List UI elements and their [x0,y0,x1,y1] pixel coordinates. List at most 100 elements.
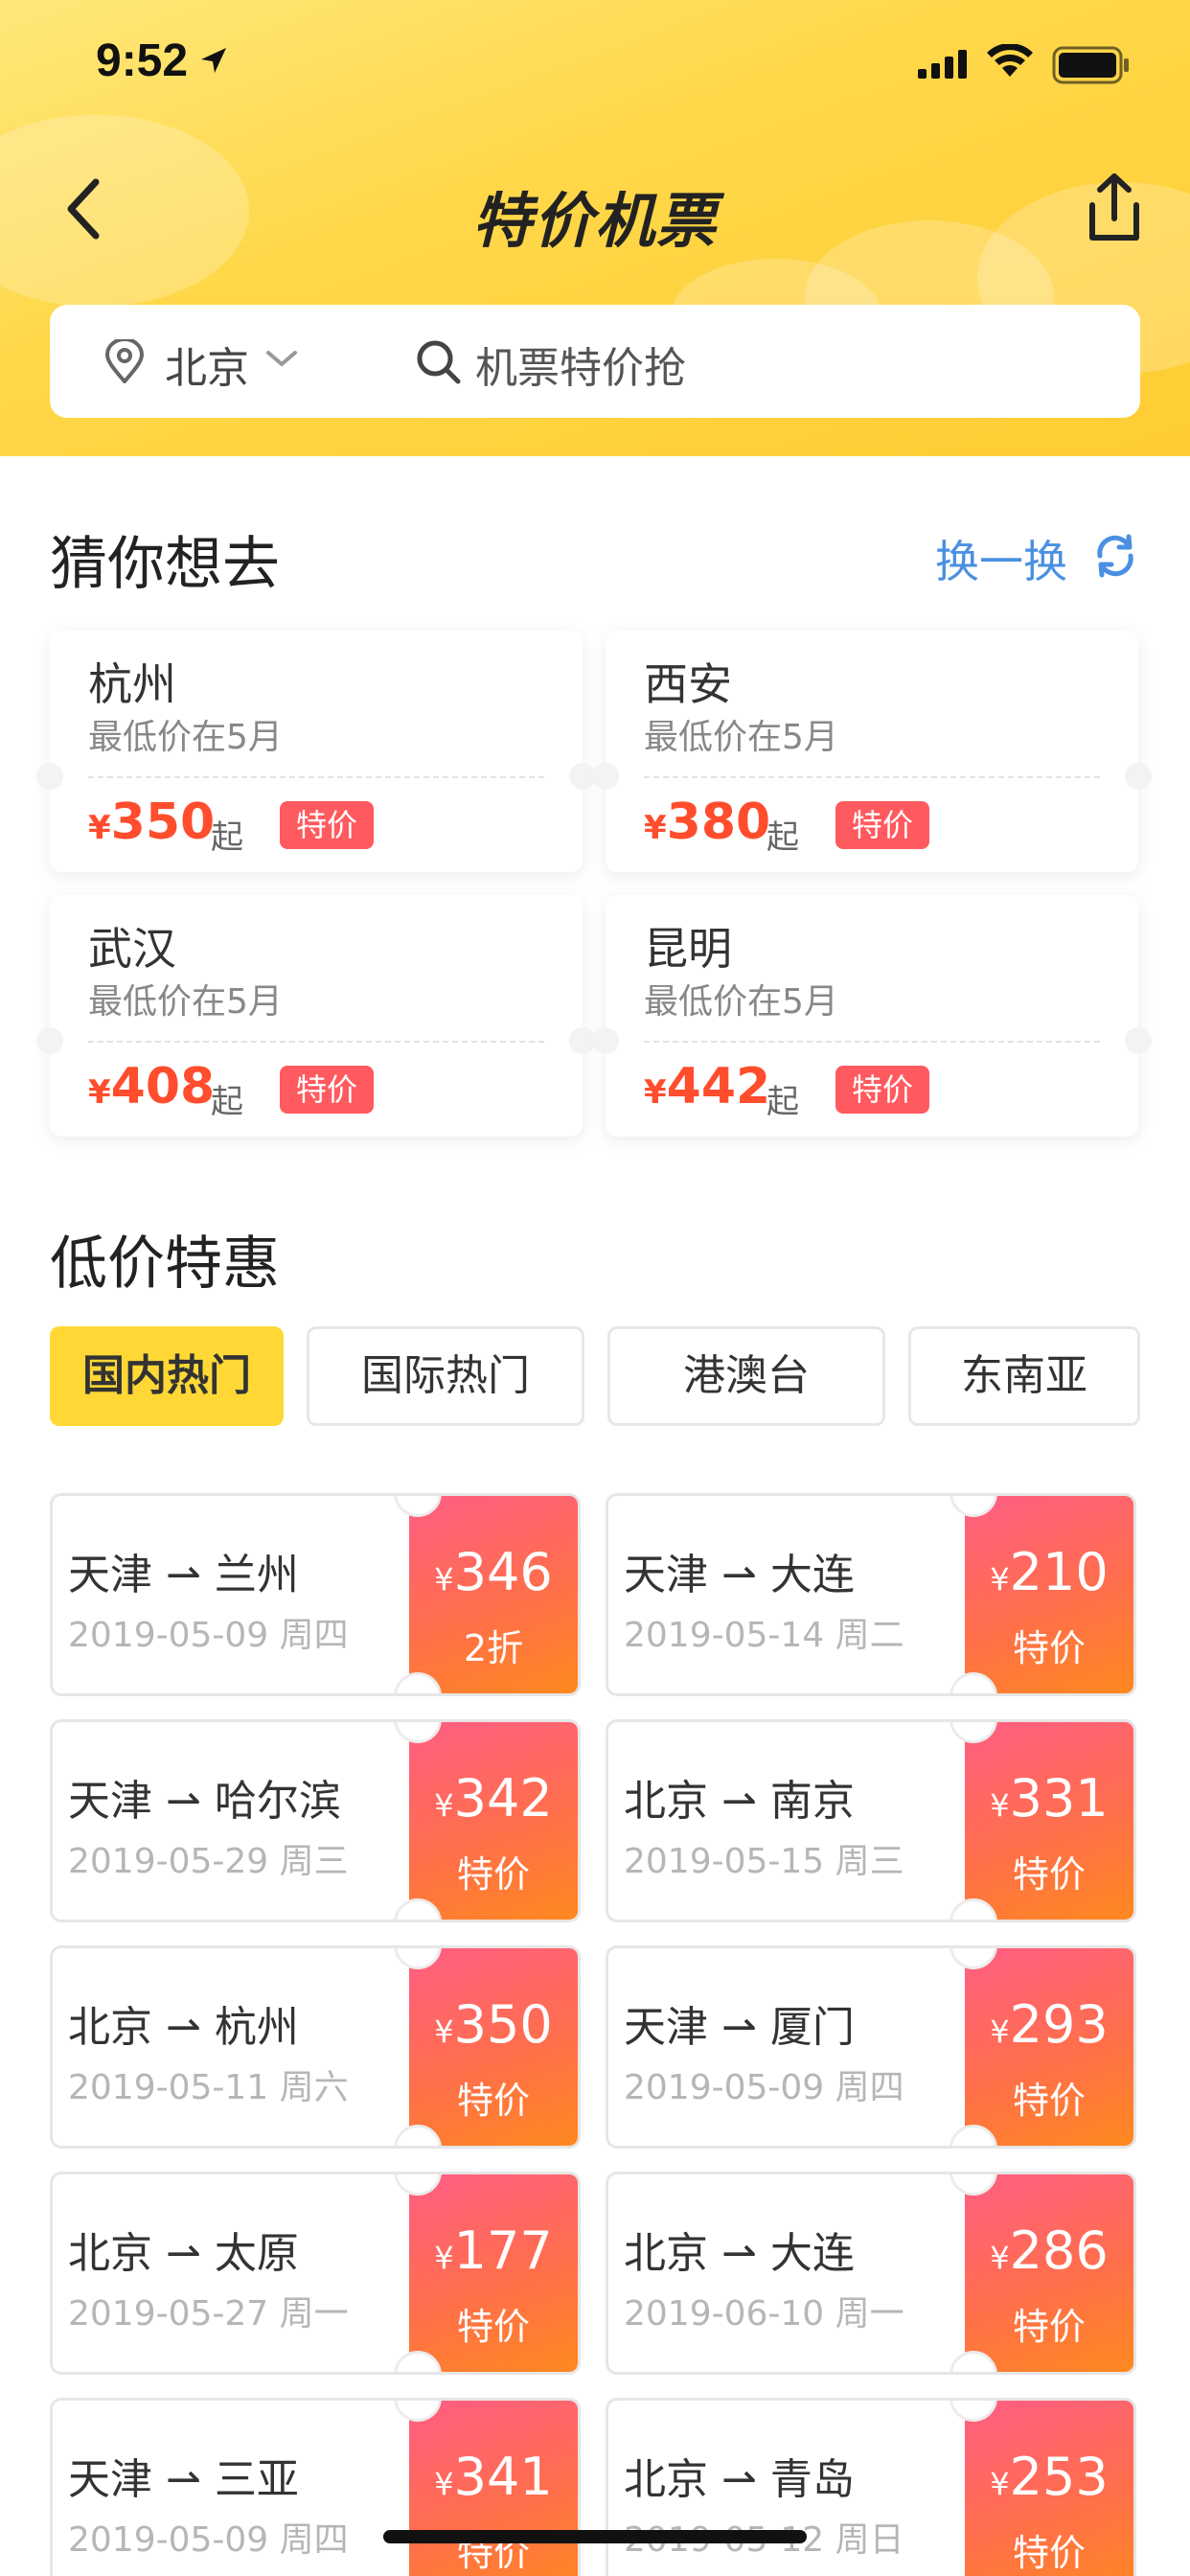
special-tag: 特价 [835,1066,929,1114]
divider [88,1041,544,1043]
deal-price-box: ¥346 2折 [409,1496,578,1693]
deal-price: ¥293 [990,1994,1109,2055]
share-icon[interactable] [1079,167,1150,247]
deal-price-box: ¥331 特价 [965,1722,1133,1920]
status-bar: 9:52 [0,0,1190,126]
deal-price-box: ¥210 特价 [965,1496,1133,1693]
location-pin-icon [104,339,145,383]
special-tag: 特价 [280,1066,374,1114]
guess-city: 昆明 [644,923,732,975]
deal-tag: 特价 [1012,1627,1086,1669]
tab-domestic[interactable]: 国内热门 [50,1326,284,1426]
deal-card[interactable]: 天津 ⇀ 兰州 2019-05-09 周四 ¥346 2折 [50,1493,581,1696]
deal-date: 2019-05-29 周三 [68,1842,349,1881]
deal-price: ¥341 [434,2447,553,2507]
search-icon [417,340,461,384]
deal-route: 北京 ⇀ 南京 [624,1777,855,1826]
guess-city: 西安 [644,658,732,710]
deal-route: 天津 ⇀ 兰州 [68,1551,299,1599]
guess-card[interactable]: 昆明 最低价在5月 ¥442 起 特价 [592,895,1152,1137]
deal-price-box: ¥350 特价 [409,1948,578,2146]
deal-card[interactable]: 天津 ⇀ 大连 2019-05-14 周二 ¥210 特价 [606,1493,1136,1696]
deal-price-box: ¥286 特价 [965,2174,1133,2372]
guess-subtitle: 最低价在5月 [644,982,838,1022]
deal-price: ¥253 [990,2447,1109,2507]
tab-international[interactable]: 国际热门 [307,1326,584,1426]
guess-card[interactable]: 武汉 最低价在5月 ¥408 起 特价 [36,895,596,1137]
refresh-button[interactable]: 换一换 [935,527,1067,590]
search-bar[interactable]: 北京 机票特价抢 [50,305,1140,418]
guess-qi: 起 [211,1083,243,1121]
divider [88,776,544,778]
deal-route: 北京 ⇀ 青岛 [624,2455,855,2504]
deal-card[interactable]: 北京 ⇀ 太原 2019-05-27 周一 ¥177 特价 [50,2172,581,2375]
deal-card[interactable]: 北京 ⇀ 青岛 2019-05-12 周日 ¥253 特价 [606,2398,1136,2576]
deal-route: 天津 ⇀ 厦门 [624,2003,855,2052]
deal-date: 2019-05-09 周四 [624,2068,904,2107]
deal-card[interactable]: 北京 ⇀ 大连 2019-06-10 周一 ¥286 特价 [606,2172,1136,2375]
deal-price-box: ¥342 特价 [409,1722,578,1920]
special-tag: 特价 [835,801,929,849]
deals-section-title: 低价特惠 [50,1230,280,1298]
guess-subtitle: 最低价在5月 [88,718,283,757]
home-indicator[interactable] [383,2530,807,2543]
deal-date: 2019-05-09 周四 [68,2520,349,2560]
deal-tag: 特价 [1012,2080,1086,2122]
guess-subtitle: 最低价在5月 [88,982,283,1022]
deal-route: 北京 ⇀ 杭州 [68,2003,299,2052]
special-tag: 特价 [280,801,374,849]
guess-price: ¥442 [644,1058,771,1116]
deal-price: ¥342 [434,1768,553,1828]
deal-price-box: ¥293 特价 [965,1948,1133,2146]
guess-city: 武汉 [88,923,176,975]
guess-city: 杭州 [88,658,176,710]
deal-card[interactable]: 北京 ⇀ 南京 2019-05-15 周三 ¥331 特价 [606,1719,1136,1922]
status-time: 9:52 [96,35,189,86]
deal-price-box: ¥177 特价 [409,2174,578,2372]
deal-tag: 特价 [1012,2532,1086,2574]
deal-card[interactable]: 北京 ⇀ 杭州 2019-05-11 周六 ¥350 特价 [50,1945,581,2149]
deal-tag: 特价 [456,2306,530,2348]
search-input[interactable]: 机票特价抢 [475,334,686,395]
guess-qi: 起 [211,818,243,857]
chevron-down-icon[interactable] [264,347,299,370]
location-arrow-icon [201,48,226,73]
page-title: 特价机票 [471,186,718,256]
deal-route: 北京 ⇀ 大连 [624,2229,855,2278]
guess-price: ¥380 [644,794,771,851]
deal-tag: 2折 [463,1627,524,1669]
deal-date: 2019-05-09 周四 [68,1616,349,1655]
deal-date: 2019-06-10 周一 [624,2294,904,2334]
deal-price: ¥346 [434,1542,553,1602]
deal-card[interactable]: 天津 ⇀ 三亚 2019-05-09 周四 ¥341 特价 [50,2398,581,2576]
divider [644,776,1100,778]
deal-price: ¥350 [434,1994,553,2055]
tab-southeast-asia[interactable]: 东南亚 [908,1326,1140,1426]
guess-section-title: 猜你想去 [50,531,280,598]
guess-card[interactable]: 西安 最低价在5月 ¥380 起 特价 [592,631,1152,872]
deal-card[interactable]: 天津 ⇀ 厦门 2019-05-09 周四 ¥293 特价 [606,1945,1136,2149]
signal-icon [918,50,967,79]
guess-subtitle: 最低价在5月 [644,718,838,757]
tab-hk-macau-taiwan[interactable]: 港澳台 [607,1326,885,1426]
deal-tag: 特价 [456,2080,530,2122]
deal-price: ¥331 [990,1768,1109,1828]
deal-price: ¥177 [434,2220,553,2281]
deal-route: 北京 ⇀ 太原 [68,2229,299,2278]
refresh-icon[interactable] [1090,531,1140,581]
guess-card[interactable]: 杭州 最低价在5月 ¥350 起 特价 [36,631,596,872]
deal-date: 2019-05-11 周六 [68,2068,349,2107]
divider [644,1041,1100,1043]
deal-route: 天津 ⇀ 三亚 [68,2455,299,2504]
page: 9:52 特价机票 北京 机票特价抢 猜你想去 换一换 杭州 最低价在5月 ¥3… [0,0,1190,2576]
city-selector[interactable]: 北京 [165,334,249,395]
battery-icon [1052,46,1129,84]
deal-date: 2019-05-27 周一 [68,2294,349,2334]
deal-date: 2019-05-14 周二 [624,1616,904,1655]
guess-qi: 起 [767,818,799,857]
deal-card[interactable]: 天津 ⇀ 哈尔滨 2019-05-29 周三 ¥342 特价 [50,1719,581,1922]
guess-qi: 起 [767,1083,799,1121]
wifi-icon [987,44,1033,77]
guess-price: ¥408 [88,1058,216,1116]
deal-tag: 特价 [456,1853,530,1896]
